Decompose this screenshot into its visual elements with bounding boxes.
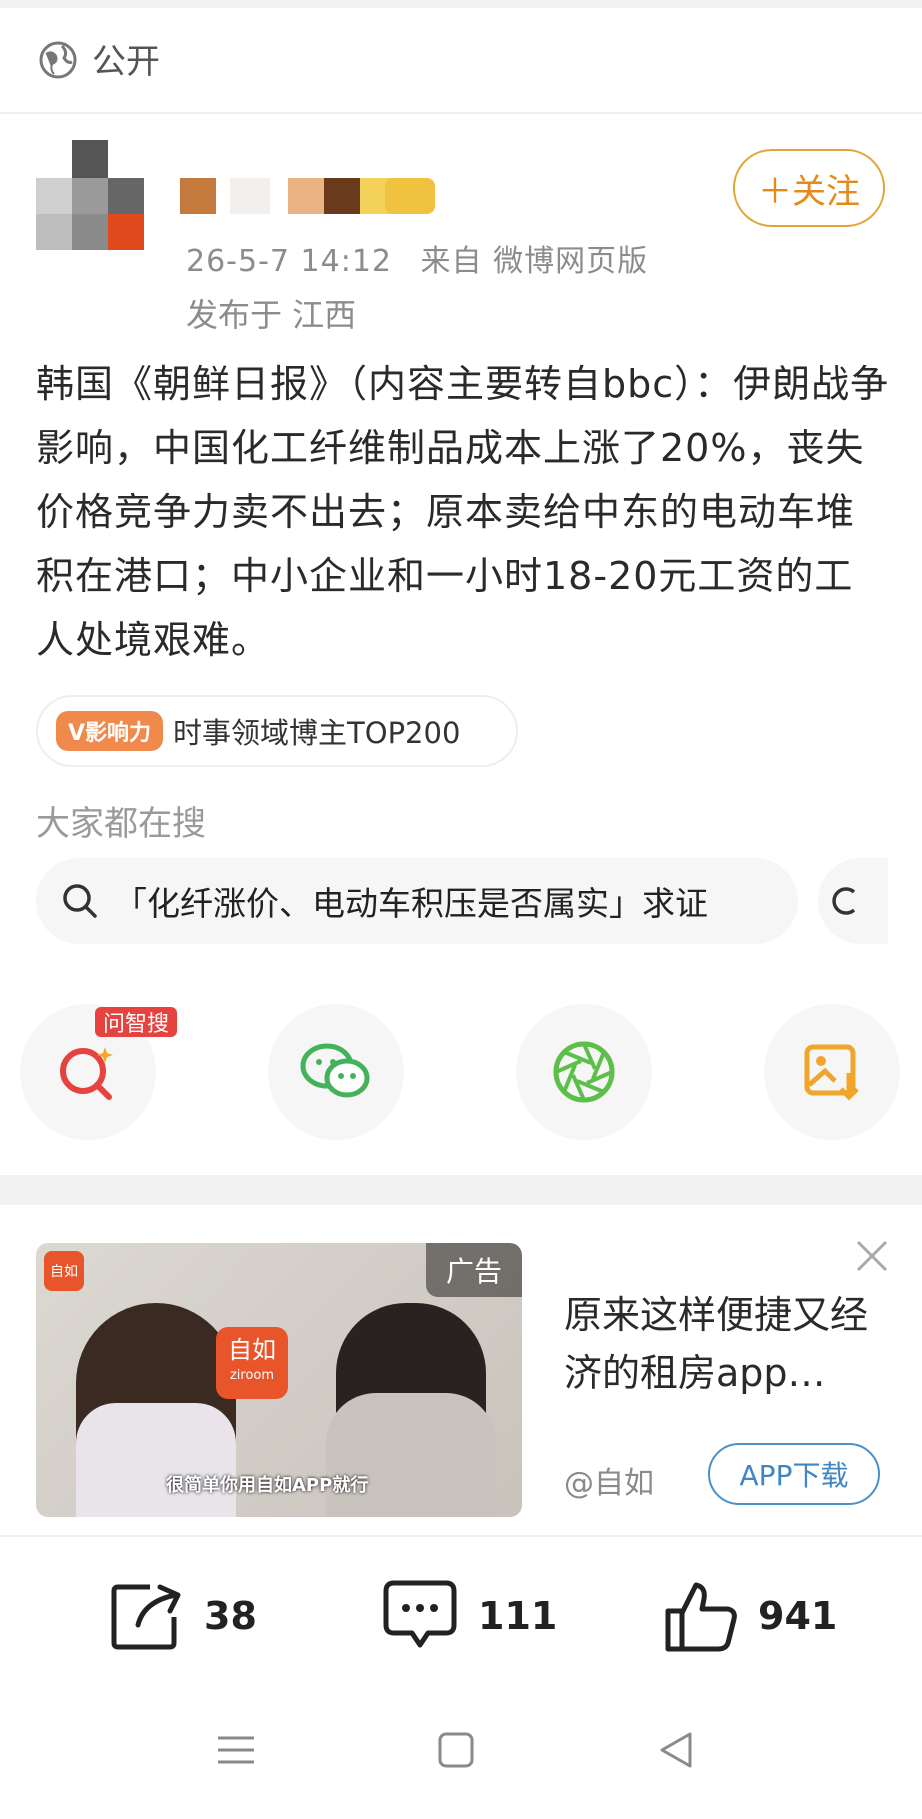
loading-icon — [832, 887, 856, 915]
person-right-shirt — [326, 1393, 496, 1517]
moments-icon — [553, 1041, 615, 1103]
close-icon[interactable] — [852, 1236, 892, 1276]
vip-badge-icon — [385, 178, 435, 214]
influence-badge[interactable]: V影响力 时事领域博主TOP200 — [36, 695, 518, 767]
save-image-button[interactable] — [764, 1004, 900, 1140]
ad-image[interactable]: 自如 自如 ziroom 很简单你用自如APP就行 广告 — [36, 1243, 522, 1517]
post-time: 26-5-7 14:12 — [186, 244, 392, 279]
trending-search-heading: 大家都在搜 — [36, 804, 206, 844]
like-button[interactable]: 941 — [664, 1580, 837, 1652]
repost-button[interactable]: 38 — [110, 1580, 257, 1652]
ad-tag: 广告 — [426, 1243, 522, 1297]
trending-search-item-next[interactable] — [818, 858, 888, 944]
person-left-shirt — [76, 1403, 236, 1517]
comment-icon — [383, 1580, 457, 1648]
like-count: 941 — [758, 1594, 838, 1638]
wechat-icon — [300, 1043, 370, 1098]
ad-image-corner-logo: 自如 — [44, 1251, 84, 1291]
menu-nav-icon[interactable] — [216, 1730, 256, 1770]
share-wechat-button[interactable] — [268, 1004, 404, 1140]
follow-button[interactable]: ＋关注 — [733, 149, 885, 227]
wenzhisou-tag: 问智搜 — [95, 1007, 178, 1037]
visibility-label: 公开 — [92, 42, 160, 82]
post-text: 韩国《朝鲜日报》（内容主要转自bbc）：伊朗战争影响，中国化工纤维制品成本上涨了… — [36, 362, 890, 662]
comment-button[interactable]: 111 — [382, 1580, 557, 1652]
share-moments-button[interactable] — [516, 1004, 652, 1140]
comment-count: 111 — [478, 1594, 558, 1638]
section-divider — [0, 1175, 922, 1205]
influence-logo: V影响力 — [56, 711, 164, 751]
ad-title[interactable]: 原来这样便捷又经济的租房app… — [564, 1286, 884, 1402]
ad-image-logo: 自如 ziroom — [216, 1327, 288, 1399]
post-location: 发布于 江西 — [186, 296, 357, 334]
post-source: 来自 微博网页版 — [420, 244, 649, 279]
trending-search-query: 「化纤涨价、电动车积压是否属实」求证 — [114, 884, 708, 923]
ad-image-caption: 很简单你用自如APP就行 — [166, 1475, 369, 1496]
ad-source: @自如 — [564, 1466, 654, 1501]
search-icon — [63, 884, 97, 918]
home-nav-icon[interactable] — [436, 1730, 476, 1770]
action-bar-divider — [0, 1535, 922, 1537]
trending-search-item[interactable]: 「化纤涨价、电动车积压是否属实」求证 — [36, 858, 798, 944]
save-image-icon — [804, 1044, 859, 1101]
wenzhisou-search-icon — [60, 1047, 113, 1100]
repost-count: 38 — [204, 1594, 257, 1638]
influence-text: 时事领域博主TOP200 — [173, 716, 461, 750]
globe-icon — [39, 41, 77, 79]
thumbs-up-icon — [665, 1582, 737, 1652]
back-nav-icon[interactable] — [656, 1730, 696, 1770]
status-bar-strip — [0, 0, 922, 8]
share-icon — [111, 1584, 181, 1650]
avatar[interactable] — [36, 140, 146, 260]
post-meta: 26-5-7 14:12 来自 微博网页版 — [186, 236, 648, 280]
app-download-button[interactable]: APP下载 — [708, 1443, 880, 1505]
